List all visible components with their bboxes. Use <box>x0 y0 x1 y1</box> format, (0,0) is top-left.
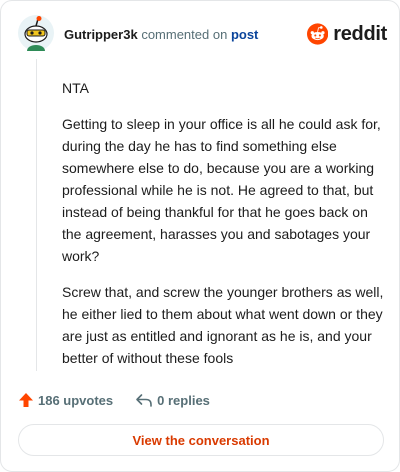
comment-actions: 186 upvotes 0 replies <box>18 389 210 411</box>
post-link[interactable]: post <box>231 27 258 42</box>
replies-label: 0 replies <box>157 392 210 408</box>
comment-meta: Gutripper3k commented on post <box>64 27 258 43</box>
comment-body: NTA Getting to sleep in your office is a… <box>62 77 384 383</box>
replies-count[interactable]: 0 replies <box>135 392 210 408</box>
comment-card: Gutripper3k commented on post reddit NTA… <box>0 0 400 472</box>
reddit-logo[interactable]: reddit <box>307 19 387 49</box>
upvotes-label: 186 upvotes <box>38 392 114 408</box>
comment-paragraph: Getting to sleep in your office is all h… <box>62 116 381 264</box>
username-link[interactable]: Gutripper3k <box>64 27 138 42</box>
comment-paragraph: NTA <box>62 80 89 96</box>
reply-arrow-icon <box>136 394 152 407</box>
meta-action-text: commented on <box>141 27 228 42</box>
user-avatar-icon[interactable] <box>18 15 54 51</box>
comment-header: Gutripper3k commented on post reddit <box>1 1 399 67</box>
reddit-logo-icon <box>307 23 329 45</box>
thread-line <box>36 59 37 371</box>
upvote-arrow-icon <box>19 393 33 407</box>
upvotes-count[interactable]: 186 upvotes <box>18 392 113 408</box>
view-conversation-button[interactable]: View the conversation <box>18 424 384 456</box>
comment-paragraph: Screw that, and screw the younger brothe… <box>62 284 384 366</box>
reddit-wordmark: reddit <box>333 22 387 45</box>
